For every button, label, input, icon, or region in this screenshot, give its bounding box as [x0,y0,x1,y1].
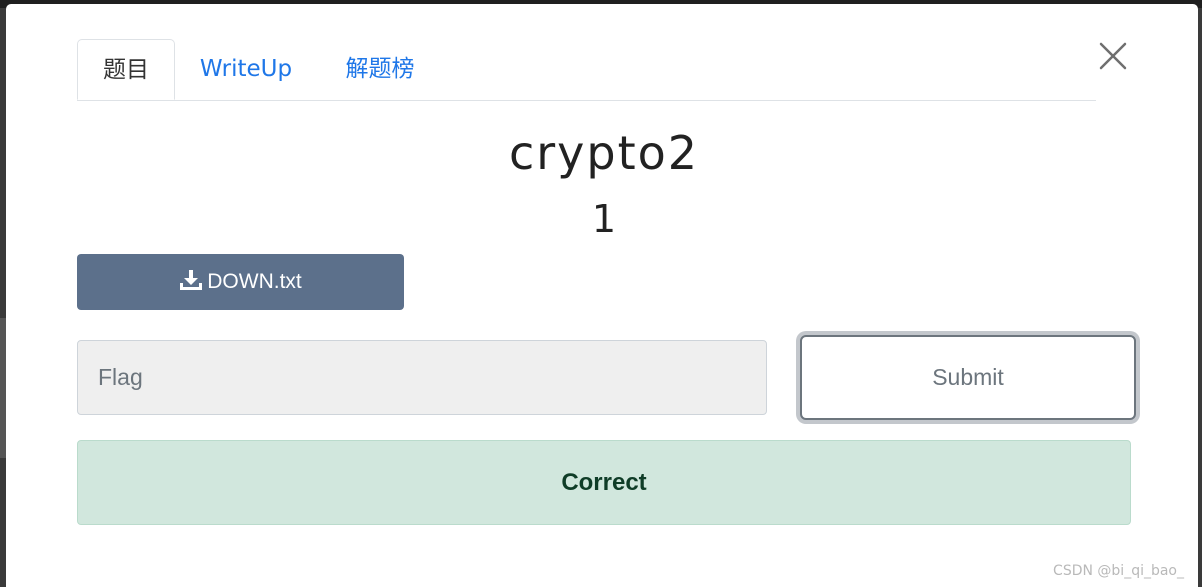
download-icon [179,257,203,313]
flag-input[interactable] [77,340,767,415]
tab-solves[interactable]: 解题榜 [321,39,439,99]
close-icon [1099,42,1127,70]
challenge-modal: 题目 WriteUp 解题榜 crypto2 1 DOWN.txt Submit… [6,4,1198,587]
tab-writeup[interactable]: WriteUp [187,39,305,99]
tab-challenge[interactable]: 题目 [77,39,175,100]
close-button[interactable] [1096,39,1130,73]
result-alert: Correct [77,440,1131,525]
download-button[interactable]: DOWN.txt [77,254,404,310]
download-label: DOWN.txt [207,270,302,293]
challenge-title: crypto2 [508,126,700,180]
watermark: CSDN @bi_qi_bao_ [1053,563,1184,579]
submit-button[interactable]: Submit [800,335,1136,420]
challenge-value: 1 [591,197,617,241]
modal-tabs: 题目 WriteUp 解题榜 [77,39,1096,101]
